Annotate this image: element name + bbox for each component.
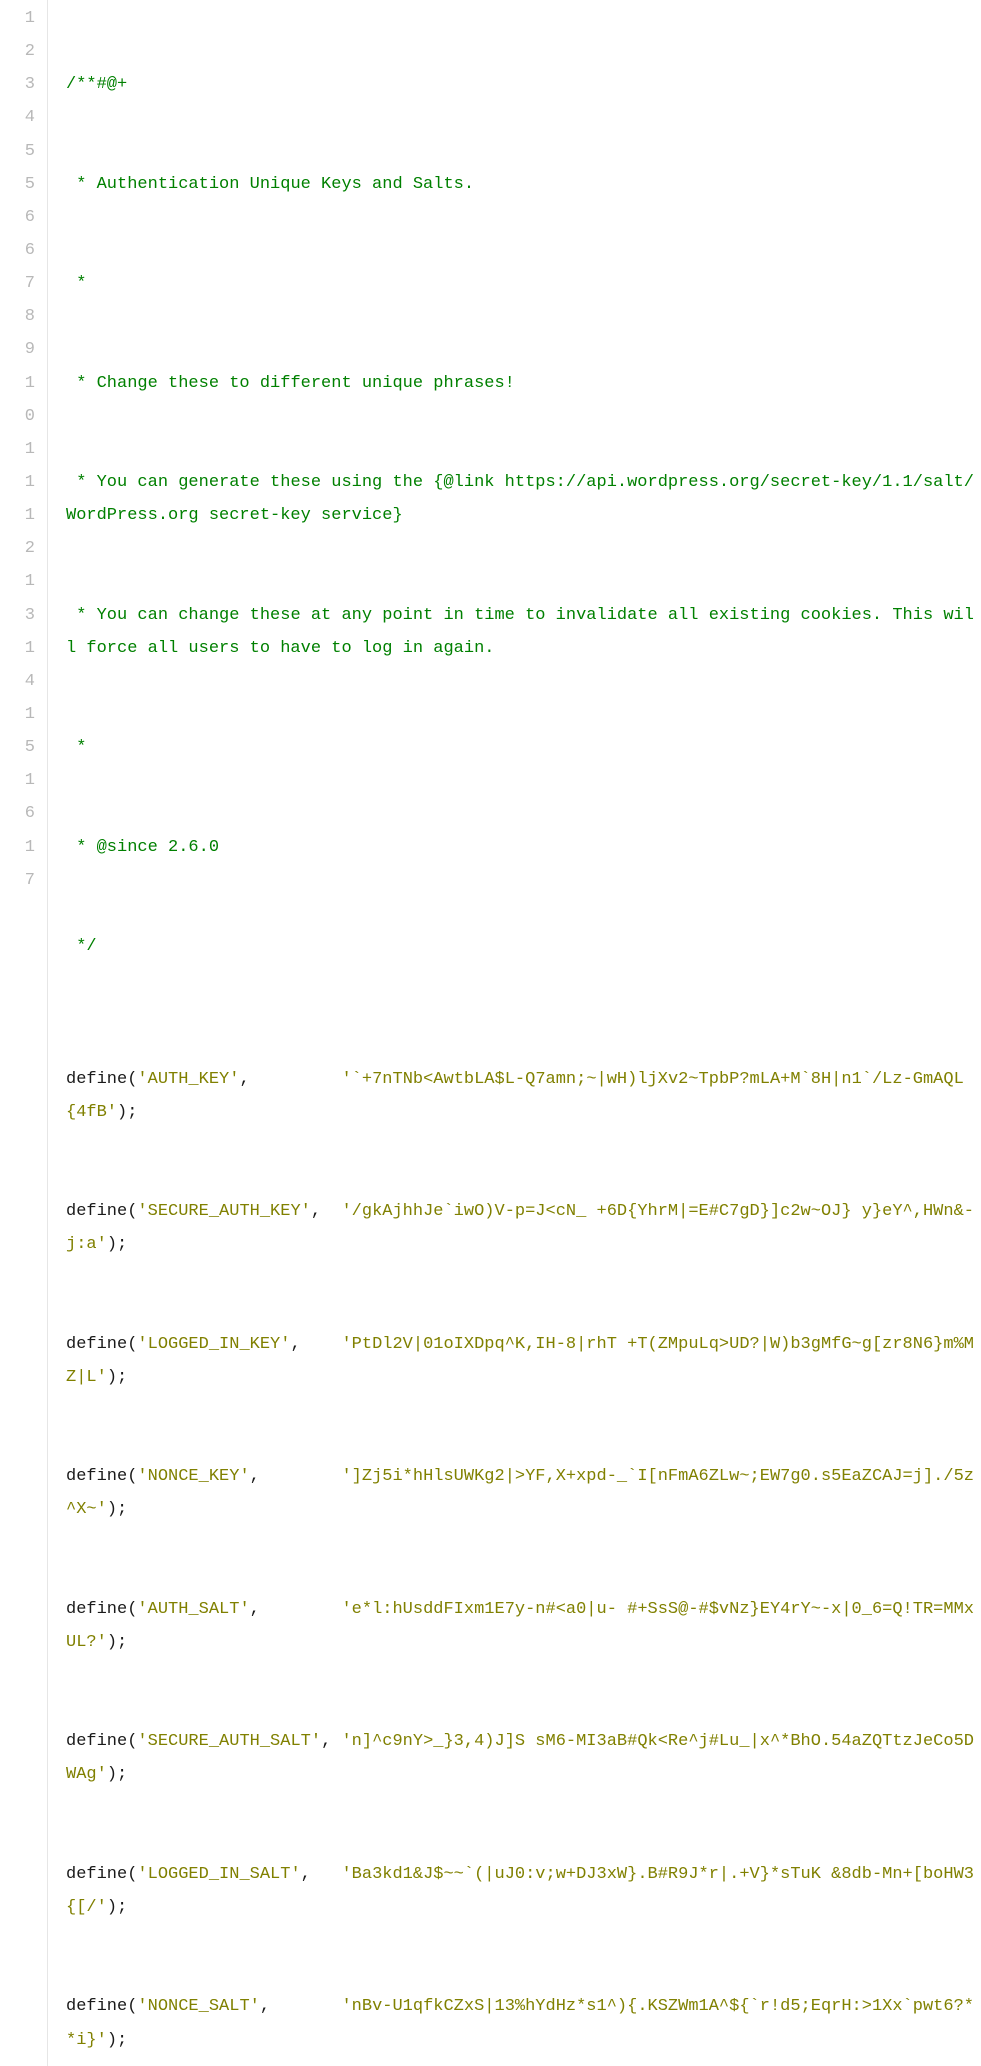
code-line: define('LOGGED_IN_SALT', 'Ba3kd1&J$~~`(|… [66,1858,981,1924]
line-number: 3 [0,599,35,632]
function-call: define( [66,1865,137,1884]
function-call: define( [66,1467,137,1486]
punct-pad: , [250,1600,342,1619]
line-number: 9 [0,333,35,366]
line-number: 5 [0,168,35,201]
line-number: 1 [0,433,35,466]
code-line: define('AUTH_KEY', '`+7nTNb<AwtbLA$L-Q7a… [66,1063,981,1129]
line-number: 6 [0,234,35,267]
line-number-gutter: 123455667891011121314151617 [0,0,48,2066]
line-number: 5 [0,731,35,764]
line-number: 8 [0,300,35,333]
line-number: 4 [0,665,35,698]
string-key: 'AUTH_KEY' [137,1070,239,1089]
line-number: 1 [0,2,35,35]
comment-line: * You can generate these using the {@lin… [66,466,981,532]
punct-pad: , [239,1070,341,1089]
line-number: 1 [0,466,35,499]
line-number: 1 [0,831,35,864]
punct-tail: ); [107,1500,127,1519]
comment-line: * @since 2.6.0 [66,831,981,864]
line-number: 6 [0,797,35,830]
comment-line: * You can change these at any point in t… [66,599,981,665]
punct-tail: ); [107,1765,127,1784]
string-key: 'AUTH_SALT' [137,1600,249,1619]
punct-tail: ); [107,1368,127,1387]
punct-pad: , [250,1467,342,1486]
comment-line: * [66,267,981,300]
string-key: 'LOGGED_IN_SALT' [137,1865,300,1884]
punct-pad: , [290,1335,341,1354]
punct-pad: , [260,1997,342,2016]
string-key: 'LOGGED_IN_KEY' [137,1335,290,1354]
code-line: define('SECURE_AUTH_KEY', '/gkAjhhJe`iwO… [66,1195,981,1261]
line-number: 1 [0,764,35,797]
line-number: 1 [0,698,35,731]
code-line: define('NONCE_KEY', ']Zj5i*hHlsUWKg2|>YF… [66,1460,981,1526]
punct-tail: ); [117,1103,137,1122]
line-number: 1 [0,499,35,532]
comment-line: * [66,731,981,764]
code-line: define('SECURE_AUTH_SALT', 'n]^c9nY>_}3,… [66,1725,981,1791]
punct-pad: , [301,1865,342,1884]
code-line: define('LOGGED_IN_KEY', 'PtDl2V|01oIXDpq… [66,1328,981,1394]
line-number: 2 [0,35,35,68]
line-number: 7 [0,267,35,300]
comment-line: * Authentication Unique Keys and Salts. [66,168,981,201]
line-number: 0 [0,400,35,433]
comment-line: /**#@+ [66,68,981,101]
string-key: 'SECURE_AUTH_SALT' [137,1732,321,1751]
punct-tail: ); [107,2031,127,2050]
line-number: 1 [0,565,35,598]
punct-tail: ); [107,1898,127,1917]
function-call: define( [66,1070,137,1089]
function-call: define( [66,1732,137,1751]
code-line: define('AUTH_SALT', 'e*l:hUsddFIxm1E7y-n… [66,1593,981,1659]
function-call: define( [66,1600,137,1619]
line-number: 1 [0,367,35,400]
code-line: define('NONCE_SALT', 'nBv-U1qfkCZxS|13%h… [66,1990,981,2056]
line-number: 4 [0,101,35,134]
line-number: 6 [0,201,35,234]
string-key: 'NONCE_KEY' [137,1467,249,1486]
line-number: 1 [0,632,35,665]
punct-tail: ); [107,1235,127,1254]
string-key: 'SECURE_AUTH_KEY' [137,1202,310,1221]
code-editor-content[interactable]: /**#@+ * Authentication Unique Keys and … [48,0,981,2066]
function-call: define( [66,1335,137,1354]
line-number: 3 [0,68,35,101]
function-call: define( [66,1997,137,2016]
string-key: 'NONCE_SALT' [137,1997,259,2016]
line-number: 7 [0,864,35,897]
punct-pad: , [311,1202,342,1221]
line-number: 2 [0,532,35,565]
line-number: 5 [0,135,35,168]
function-call: define( [66,1202,137,1221]
punct-tail: ); [107,1633,127,1652]
comment-line: * Change these to different unique phras… [66,367,981,400]
comment-line: */ [66,930,981,963]
punct-pad: , [321,1732,341,1751]
